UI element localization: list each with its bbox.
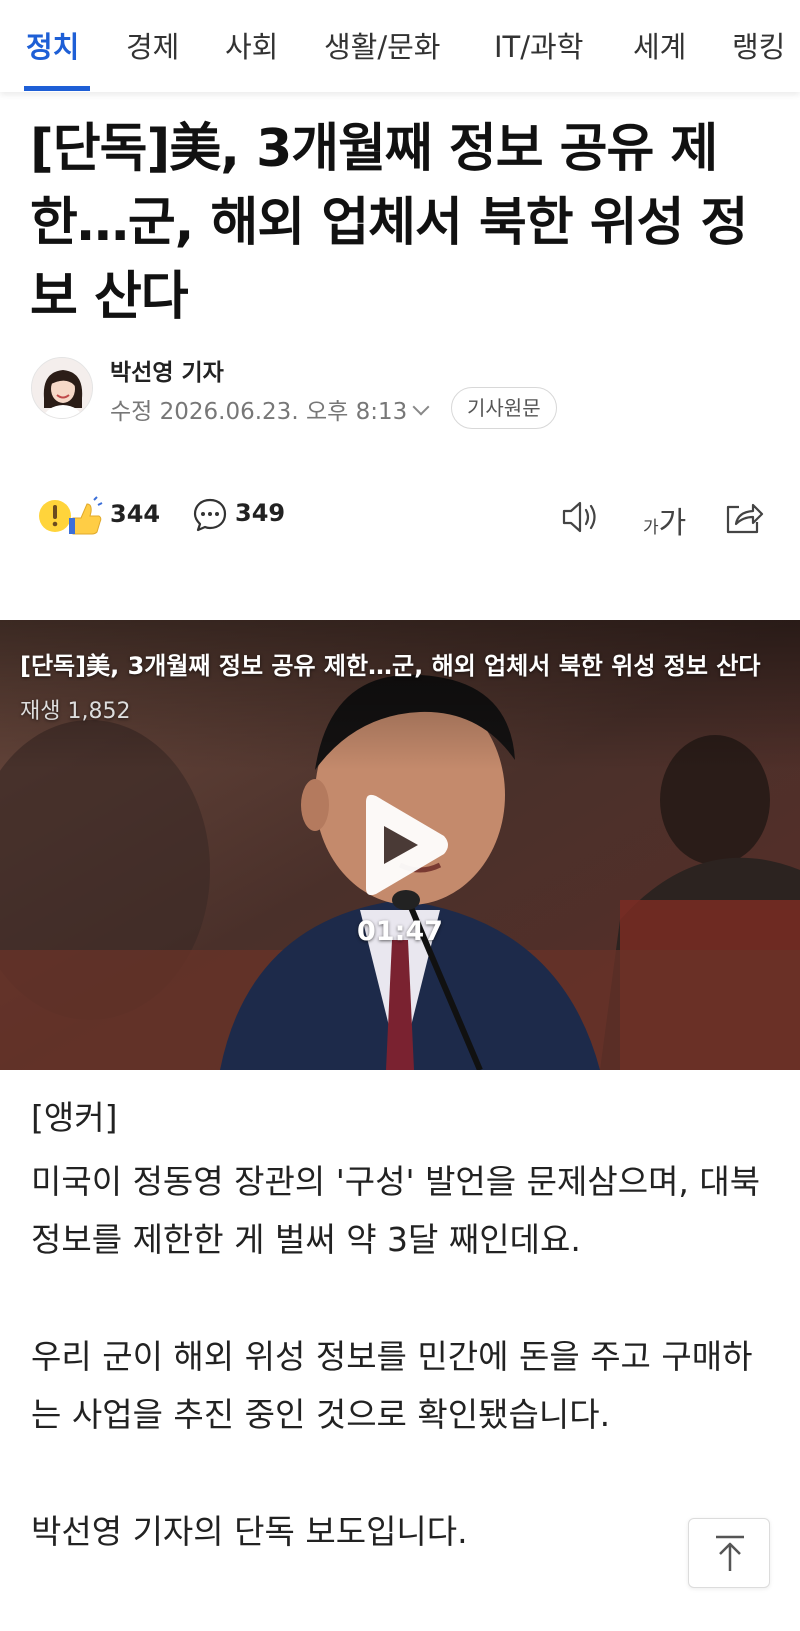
body-paragraph-1: 미국이 정동영 장관의 '구성' 발언을 문제삼으며, 대북 정보를 제한한 게… [31, 1162, 761, 1259]
scroll-to-top-button[interactable] [688, 1518, 770, 1588]
tab-life-culture[interactable]: 생활/문화 [324, 24, 441, 66]
comment-count[interactable]: 349 [235, 499, 285, 527]
anchor-label: [앵커] [31, 1098, 118, 1137]
share-icon[interactable] [723, 497, 765, 537]
body-paragraph-3: 박선영 기자의 단독 보도입니다. [31, 1512, 468, 1551]
tab-society[interactable]: 사회 [225, 24, 278, 66]
video-duration: 01:47 [357, 916, 443, 947]
font-size-large-glyph: 가 [658, 506, 687, 541]
tab-it-science[interactable]: IT/과학 [494, 24, 583, 66]
body-paragraph-2: 우리 군이 해외 위성 정보를 민간에 돈을 주고 구매하는 사업을 추진 중인… [31, 1337, 753, 1434]
category-nav: 정치 경제 사회 생활/문화 IT/과학 세계 랭킹 [0, 0, 800, 92]
video-view-count: 재생 1,852 [20, 699, 131, 724]
chevron-down-icon [412, 398, 430, 416]
tab-world[interactable]: 세계 [633, 24, 686, 66]
arrow-up-icon [716, 1535, 744, 1571]
speaker-icon[interactable] [560, 497, 602, 537]
reporter-name[interactable]: 박선영 기자 [110, 353, 224, 387]
tab-ranking[interactable]: 랭킹 [732, 24, 785, 66]
reaction-emoji-icon[interactable] [37, 496, 103, 536]
original-article-button[interactable]: 기사원문 [451, 387, 557, 429]
font-size-icon[interactable]: 가가 [643, 498, 686, 542]
tab-politics[interactable]: 정치 [26, 24, 79, 66]
active-tab-indicator [24, 86, 90, 91]
article-headline: [단독]美, 3개월째 정보 공유 제한…군, 해외 업체서 북한 위성 정보 … [30, 119, 748, 327]
reporter-avatar[interactable] [31, 357, 93, 419]
dateline-text: 수정 2026.06.23. 오후 8:13 [110, 399, 408, 425]
font-size-small-glyph: 가 [643, 518, 659, 538]
article-dateline[interactable]: 수정 2026.06.23. 오후 8:13 [110, 392, 430, 426]
play-icon[interactable] [352, 792, 452, 898]
comment-bubble-icon[interactable] [192, 497, 228, 533]
video-title: [단독]美, 3개월째 정보 공유 제한…군, 해외 업체서 북한 위성 정보 … [20, 652, 761, 680]
reaction-count[interactable]: 344 [110, 500, 160, 528]
tab-economy[interactable]: 경제 [126, 24, 179, 66]
